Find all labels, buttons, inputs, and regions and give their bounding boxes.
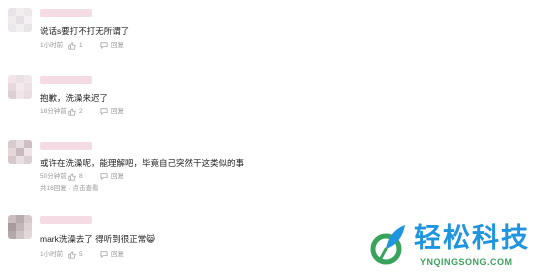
like-icon [68, 41, 76, 50]
comment-text: mark洗澡去了 得听到很正常😸 [40, 234, 156, 244]
comment-time: 50分钟前 [40, 173, 67, 180]
like-button[interactable]: 8 [68, 172, 100, 181]
reply-icon [100, 108, 108, 115]
comment-text: 抱歉，洗澡来迟了 [40, 93, 109, 103]
reply-icon [100, 251, 108, 258]
comment-time: 1小时前 [40, 42, 64, 49]
avatar[interactable] [8, 215, 32, 239]
comment-text: 或许在洗澡呢，能理解吧，毕竟自己突然干这类似的事 [40, 158, 245, 168]
like-icon [68, 172, 76, 181]
reply-button[interactable]: 回复 [100, 41, 124, 50]
reply-label: 回复 [111, 251, 124, 258]
leaf-logo-icon [370, 225, 405, 265]
reply-label: 回复 [111, 108, 124, 115]
like-icon [68, 250, 76, 259]
comment-meta: 1小时前 5 回复 [40, 250, 124, 259]
watermark-title: 轻松科技 [414, 223, 530, 254]
comment-time: 18分钟前 [40, 108, 67, 115]
avatar[interactable] [8, 75, 32, 99]
comment-text: 说话s要打不打无所谓了 [40, 26, 130, 36]
like-button[interactable]: 1 [68, 41, 100, 50]
comment-meta: 1小时前 1 回复 [40, 41, 124, 50]
username[interactable] [40, 216, 92, 224]
like-button[interactable]: 5 [68, 250, 100, 259]
like-icon [68, 107, 76, 116]
avatar[interactable] [8, 8, 32, 32]
site-watermark: 轻松科技 YNQINGSONG.COM [368, 222, 550, 272]
reply-button[interactable]: 回复 [100, 172, 124, 181]
username[interactable] [40, 9, 92, 17]
reply-button[interactable]: 回复 [100, 107, 124, 116]
username[interactable] [40, 76, 92, 84]
comment-time: 1小时前 [40, 251, 64, 258]
like-count: 5 [79, 251, 83, 258]
reply-icon [100, 42, 108, 49]
watermark-url: YNQINGSONG.COM [420, 257, 513, 267]
like-count: 1 [79, 42, 83, 49]
comment-meta: 18分钟前 2 回复 [40, 107, 124, 116]
reply-label: 回复 [111, 42, 124, 49]
avatar[interactable] [8, 140, 32, 164]
comment-meta: 50分钟前 8 回复 [40, 172, 124, 181]
reply-button[interactable]: 回复 [100, 250, 124, 259]
reply-label: 回复 [111, 173, 124, 180]
like-button[interactable]: 2 [68, 107, 100, 116]
like-count: 2 [79, 108, 83, 115]
username[interactable] [40, 142, 92, 150]
view-replies-link[interactable]: 共16回复 · 点击查看 [40, 184, 99, 193]
reply-icon [100, 173, 108, 180]
like-count: 8 [79, 173, 83, 180]
